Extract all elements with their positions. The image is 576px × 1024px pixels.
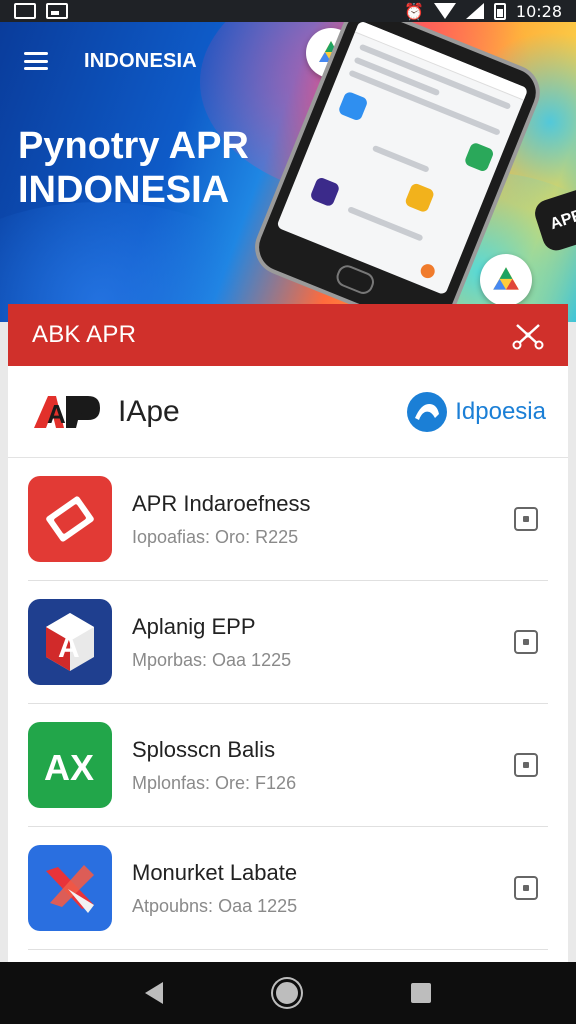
svg-text:A: A xyxy=(58,631,80,664)
navigation-bar xyxy=(0,962,576,1024)
ax-icon: AX xyxy=(28,722,112,808)
app-meta: Iopoafias: Oro: R225 xyxy=(132,526,299,547)
alarm-icon: ⏰ xyxy=(403,1,424,21)
card-header: ABK APR xyxy=(8,304,568,366)
hero-title-line: Pynotry APR xyxy=(18,125,249,167)
app-list-item[interactable]: Monurket Labate Atpoubns: Oaa 1225 xyxy=(28,827,548,950)
item-action-button[interactable] xyxy=(514,876,538,900)
item-action-button[interactable] xyxy=(514,630,538,654)
brand-name: IApe xyxy=(118,394,180,428)
status-left xyxy=(14,3,68,19)
x-arrow-icon xyxy=(28,845,112,931)
app-list-item[interactable]: APR Indaroefness Iopoafias: Oro: R225 xyxy=(28,458,548,581)
svg-text:AP: AP xyxy=(47,399,83,429)
recent-apps-icon[interactable] xyxy=(411,983,431,1003)
app-text: Monurket Labate Atpoubns: Oaa 1225 xyxy=(132,860,514,917)
item-action-button[interactable] xyxy=(514,507,538,531)
back-icon[interactable] xyxy=(145,982,163,1004)
phone-home-button xyxy=(333,262,377,297)
hero-banner: INDONESIA Pynotry APR INDONESIA APR xyxy=(0,22,576,322)
brand-row: AP IApe Idpoesia xyxy=(8,366,568,458)
brand-title: INDONESIA xyxy=(84,50,197,72)
drive-logo-icon xyxy=(480,254,532,306)
ap-logo-icon: AP xyxy=(34,395,100,429)
keyboard-icon xyxy=(14,3,36,19)
app-list-card: ABK APR AP IApe Idpoesia APR Indaroefnes… xyxy=(8,304,568,984)
app-list-item[interactable]: AX Splosscn Balis Mplonfas: Ore: F126 xyxy=(28,704,548,827)
app-name: APR Indaroefness xyxy=(132,490,311,516)
hero-title: Pynotry APR INDONESIA xyxy=(18,124,308,212)
brand-left: AP IApe xyxy=(30,392,180,432)
region-logo-icon xyxy=(407,391,448,432)
share-icon[interactable] xyxy=(512,320,544,350)
app-name: Aplanig EPP xyxy=(132,613,256,639)
app-name: Monurket Labate xyxy=(132,859,298,885)
status-right: ⏰ 10:28 xyxy=(404,2,562,21)
region-name: Idpoesia xyxy=(455,397,546,425)
hero-title-line: INDONESIA xyxy=(18,169,230,211)
app-list: APR Indaroefness Iopoafias: Oro: R225 A … xyxy=(28,458,548,950)
brand-right[interactable]: Idpoesia xyxy=(407,391,546,432)
wifi-icon xyxy=(433,3,456,19)
app-name: Splosscn Balis xyxy=(132,736,276,762)
app-meta: Mplonfas: Ore: F126 xyxy=(132,772,297,793)
app-text: Splosscn Balis Mplonfas: Ore: F126 xyxy=(132,737,514,794)
app-list-item[interactable]: A Aplanig EPP Mporbas: Oaa 1225 xyxy=(28,581,548,704)
signal-icon xyxy=(465,3,484,19)
app-text: APR Indaroefness Iopoafias: Oro: R225 xyxy=(132,491,514,548)
image-icon xyxy=(46,3,68,19)
a-cube-icon: A xyxy=(28,599,112,685)
menu-icon[interactable] xyxy=(24,52,48,70)
app-text: Aplanig EPP Mporbas: Oaa 1225 xyxy=(132,614,514,671)
ticket-icon xyxy=(28,476,112,562)
item-action-button[interactable] xyxy=(514,753,538,777)
status-bar: ⏰ 10:28 xyxy=(0,0,576,22)
home-icon[interactable] xyxy=(273,979,301,1007)
app-meta: Atpoubns: Oaa 1225 xyxy=(132,895,298,916)
status-time: 10:28 xyxy=(515,1,562,21)
card-title: ABK APR xyxy=(32,321,137,348)
svg-text:AX: AX xyxy=(44,747,94,788)
battery-icon xyxy=(493,2,506,20)
app-meta: Mporbas: Oaa 1225 xyxy=(132,649,292,670)
